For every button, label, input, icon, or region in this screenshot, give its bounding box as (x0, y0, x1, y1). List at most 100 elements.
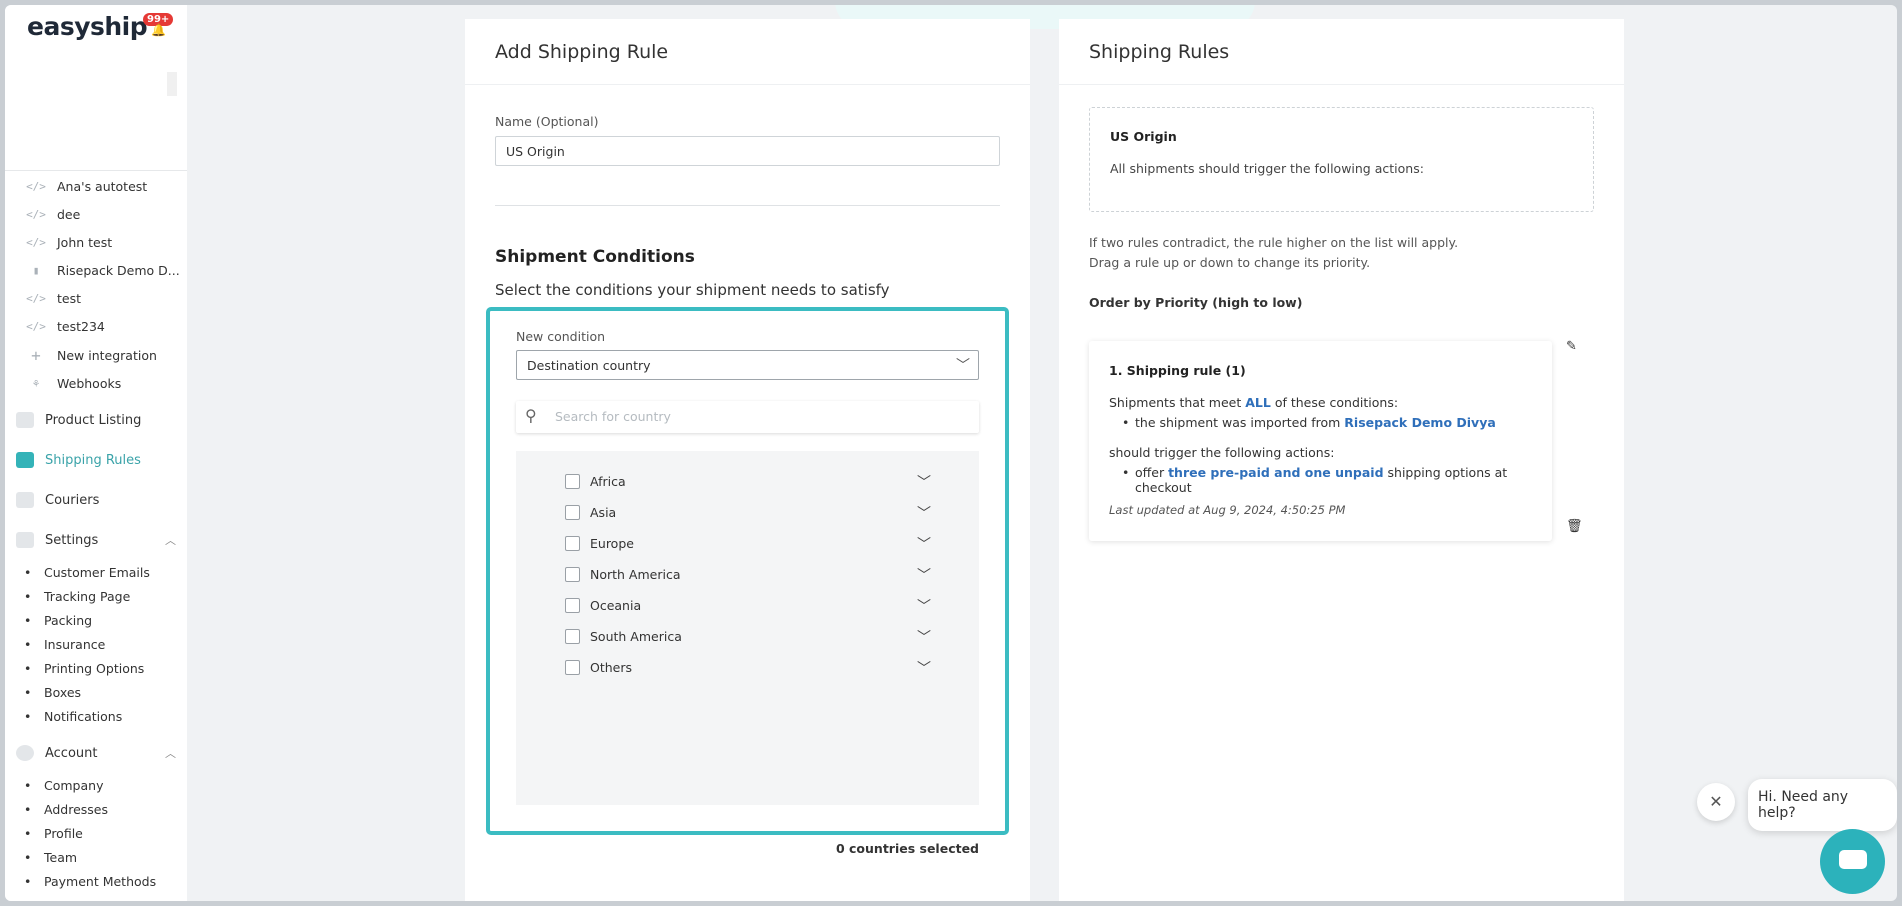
account-item[interactable]: Payment Methods (24, 874, 156, 889)
rule-condition-item: the shipment was imported from Risepack … (1122, 415, 1496, 430)
region-label: Europe (590, 535, 634, 551)
integration-item[interactable]: </> John test (25, 231, 112, 253)
integration-item[interactable]: </> test (25, 287, 81, 309)
rule-action-intro: should trigger the following actions: (1109, 445, 1335, 460)
conditions-description: Select the conditions your shipment need… (495, 281, 890, 299)
nav-account[interactable]: Account ︿ (16, 741, 176, 765)
nav-label: Couriers (45, 492, 100, 508)
chat-launcher-button[interactable] (1820, 829, 1885, 894)
bell-icon[interactable]: 🔔 (151, 23, 166, 37)
integration-label: Risepack Demo D... (57, 262, 180, 278)
edit-icon[interactable]: ✎ (1566, 339, 1577, 354)
settings-item[interactable]: Boxes (24, 685, 81, 700)
nav-product-listing[interactable]: Product Listing (16, 408, 176, 432)
store-link[interactable]: Risepack Demo Divya (1344, 415, 1496, 430)
condition-box: New condition Destination country ﹀ ⚲ Sear… (486, 307, 1009, 835)
chevron-down-icon[interactable]: ﹀ (917, 627, 931, 647)
chevron-down-icon[interactable]: ﹀ (917, 503, 931, 523)
region-label: Africa (590, 473, 626, 489)
new-integration-item[interactable]: + New integration (25, 344, 157, 366)
region-item[interactable]: Europe ﹀ (565, 534, 931, 554)
add-rule-card: Add Shipping Rule Name (Optional) US Ori… (465, 19, 1030, 901)
webhooks-item[interactable]: ⚘ Webhooks (25, 372, 122, 394)
region-checkbox[interactable] (565, 628, 580, 644)
settings-item[interactable]: Tracking Page (24, 589, 130, 604)
product-listing-icon (16, 412, 34, 428)
rule-action-item: offer three pre-paid and one unpaid ship… (1122, 465, 1552, 495)
settings-item[interactable]: Insurance (24, 637, 105, 652)
integration-item[interactable]: </> test234 (25, 315, 105, 337)
sidebar-divider (5, 170, 187, 171)
bag-icon: ▮ (32, 263, 40, 277)
chevron-up-icon[interactable]: ︿ (165, 532, 176, 548)
new-condition-label: New condition (516, 329, 606, 344)
account-item[interactable]: Team (24, 850, 77, 865)
code-icon: </> (26, 319, 46, 333)
sidebar-search-area[interactable] (16, 67, 177, 96)
close-icon[interactable]: ✕ (1697, 783, 1735, 821)
cond-item-text: the shipment was imported from (1135, 415, 1345, 430)
chevron-down-icon[interactable]: ﹀ (917, 565, 931, 585)
account-item[interactable]: Profile (24, 826, 83, 841)
account-item[interactable]: Addresses (24, 802, 108, 817)
region-label: Asia (590, 504, 617, 520)
search-placeholder: Search for country (555, 409, 671, 424)
action-text: offer (1135, 465, 1169, 480)
rule-name-input[interactable]: US Origin (495, 136, 1000, 166)
region-item[interactable]: South America ﹀ (565, 627, 931, 647)
chevron-up-icon[interactable]: ︿ (165, 745, 176, 761)
webhooks-icon: ⚘ (32, 376, 40, 390)
priority-note-line1: If two rules contradict, the rule higher… (1089, 235, 1459, 250)
settings-item[interactable]: Printing Options (24, 661, 144, 676)
cond-text: of these conditions: (1270, 395, 1399, 410)
nav-shipping-rules[interactable]: Shipping Rules (16, 448, 176, 472)
region-label: Others (590, 659, 633, 675)
region-item[interactable]: Africa ﹀ (565, 472, 931, 492)
code-icon: </> (26, 291, 46, 305)
country-search-input[interactable]: ⚲ Search for country (516, 401, 979, 433)
chevron-down-icon[interactable]: ﹀ (917, 472, 931, 492)
integration-item[interactable]: </> dee (25, 203, 80, 225)
shipping-rule-card[interactable]: 1. Shipping rule (1) Shipments that meet… (1089, 341, 1552, 541)
integration-item[interactable]: </> Ana's autotest (25, 175, 147, 197)
add-rule-title: Add Shipping Rule (465, 19, 1030, 85)
settings-item[interactable]: Packing (24, 613, 92, 628)
code-icon: </> (26, 207, 46, 221)
integration-label: test234 (57, 318, 105, 334)
integration-label: Webhooks (57, 375, 122, 391)
region-checkbox[interactable] (565, 659, 580, 675)
account-item[interactable]: Company (24, 778, 104, 793)
help-bubble[interactable]: Hi. Need any help? (1748, 779, 1897, 831)
region-item[interactable]: Oceania ﹀ (565, 596, 931, 616)
region-checkbox[interactable] (565, 535, 580, 551)
region-item[interactable]: Others ﹀ (565, 658, 931, 678)
chevron-down-icon[interactable]: ﹀ (917, 596, 931, 616)
shipping-rules-title: Shipping Rules (1059, 19, 1624, 85)
shipping-rules-icon (16, 452, 34, 468)
region-checkbox[interactable] (565, 597, 580, 613)
nav-label: Account (45, 745, 98, 761)
settings-item[interactable]: Customer Emails (24, 565, 150, 580)
settings-item[interactable]: Notifications (24, 709, 122, 724)
region-label: South America (590, 628, 682, 644)
order-label: Order by Priority (high to low) (1089, 295, 1303, 310)
region-checkbox[interactable] (565, 566, 580, 582)
countries-selected-count: 0 countries selected (835, 841, 979, 856)
region-checkbox[interactable] (565, 504, 580, 520)
nav-couriers[interactable]: Couriers (16, 488, 176, 512)
integration-item[interactable]: ▮ Risepack Demo D... (25, 259, 180, 281)
region-item[interactable]: Asia ﹀ (565, 503, 931, 523)
nav-settings[interactable]: Settings ︿ (16, 528, 176, 552)
chevron-down-icon[interactable]: ﹀ (917, 658, 931, 678)
region-checkbox[interactable] (565, 473, 580, 489)
trash-icon[interactable]: 🗑 (1566, 519, 1583, 534)
chevron-down-icon[interactable]: ﹀ (917, 534, 931, 554)
name-label: Name (Optional) (495, 114, 599, 129)
preview-text: All shipments should trigger the followi… (1110, 161, 1424, 176)
easyship-logo[interactable]: easyship (27, 12, 148, 41)
condition-select[interactable]: Destination country ﹀ (516, 350, 979, 380)
region-item[interactable]: North America ﹀ (565, 565, 931, 585)
settings-icon (16, 532, 34, 548)
conditions-heading: Shipment Conditions (495, 247, 695, 267)
scroll-handle[interactable] (167, 72, 177, 96)
